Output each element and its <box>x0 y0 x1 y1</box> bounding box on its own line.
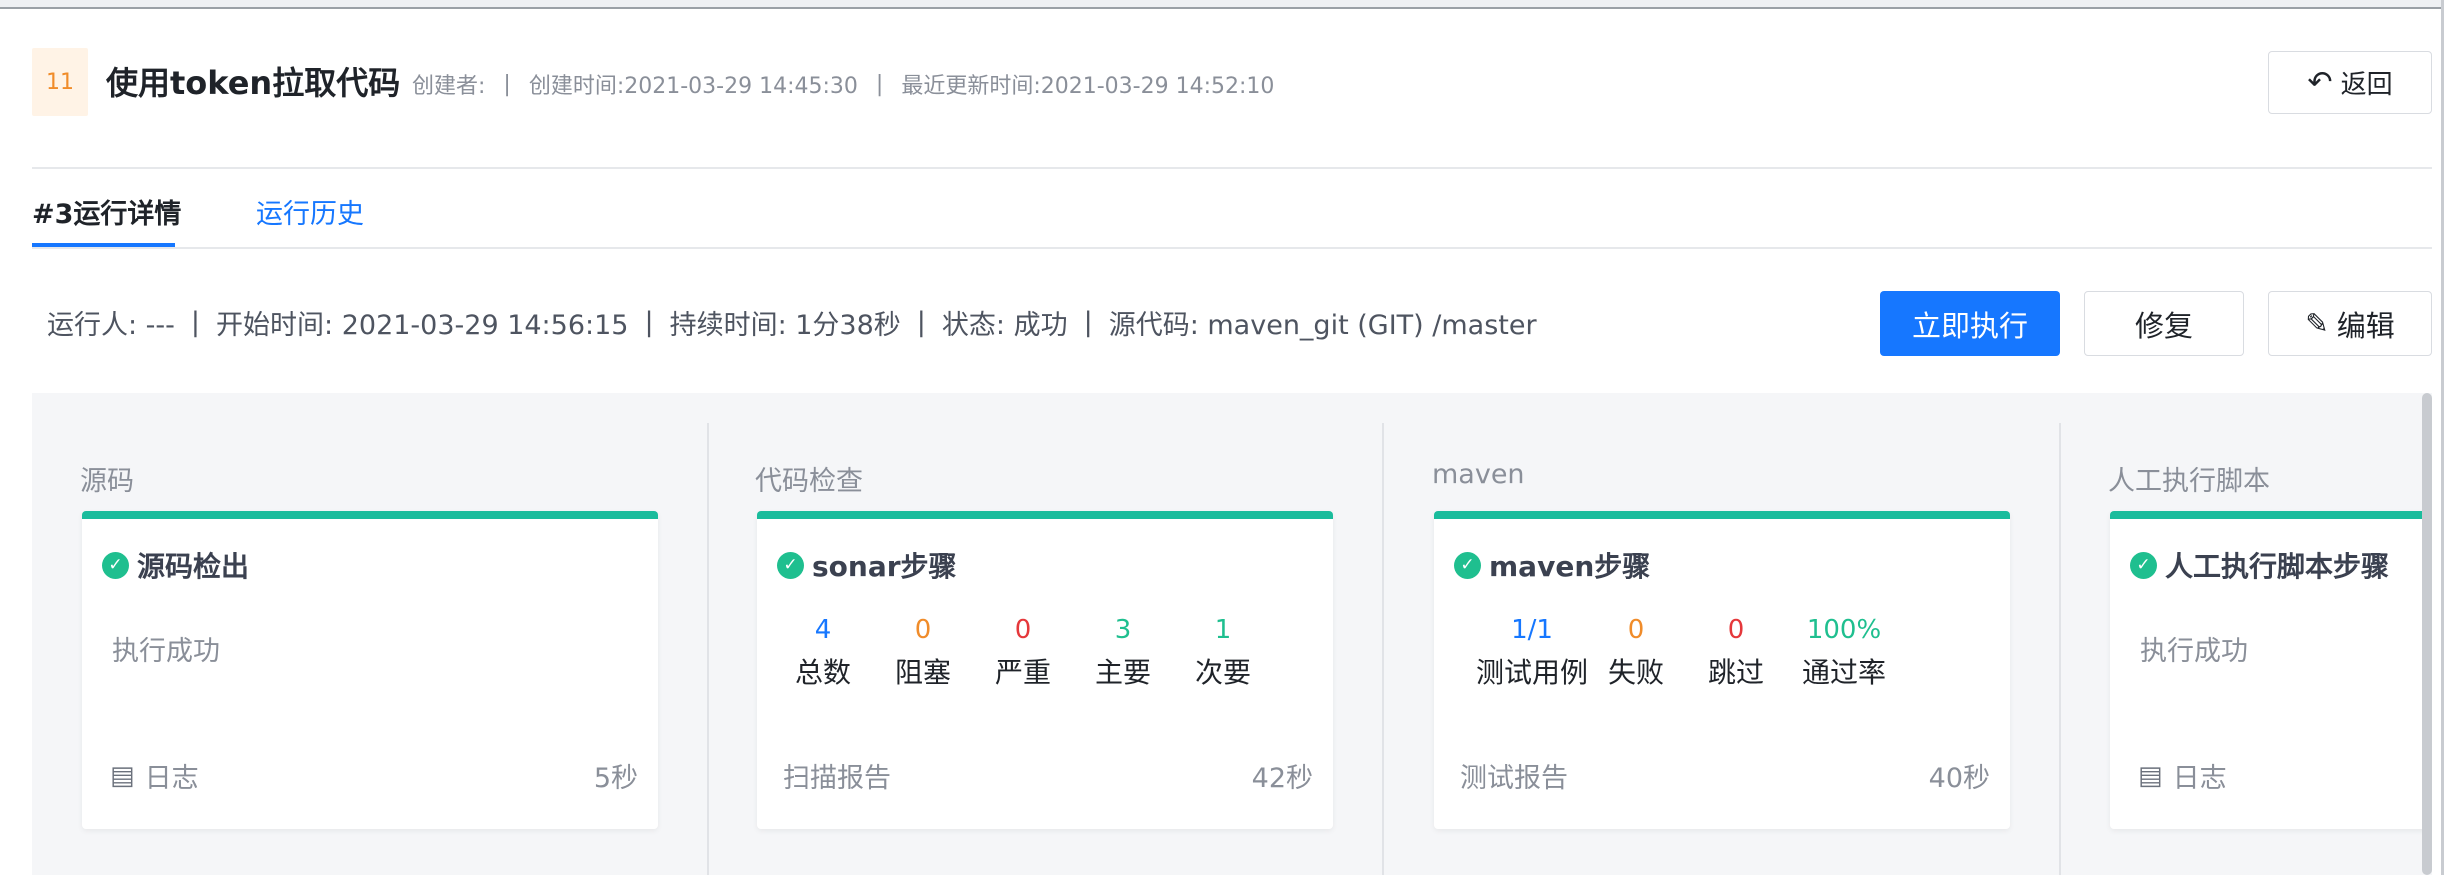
scan-report-label: 扫描报告 <box>783 763 891 794</box>
run-status: 状态: 成功 <box>941 310 1068 341</box>
job-title-text: 源码检出 <box>137 550 250 583</box>
job-card-source-checkout[interactable]: ✓ 源码检出 执行成功 ▤ 日志 5秒 <box>82 511 658 829</box>
stat-total: 4 总数 <box>795 615 852 689</box>
run-now-button[interactable]: 立即执行 <box>1880 291 2060 356</box>
meta-separator: | <box>503 71 511 97</box>
job-title: ✓ 源码检出 <box>102 545 249 585</box>
stage-name: 源码 <box>80 466 134 497</box>
back-button-label: 返回 <box>2340 70 2393 100</box>
stat-critical: 0 严重 <box>995 615 1052 689</box>
stat-major: 3 主要 <box>1095 615 1152 689</box>
window-top-border <box>0 0 2453 9</box>
document-list-icon: ▤ <box>2138 760 2163 791</box>
stage-name: maven <box>1432 459 1525 490</box>
stage-name: 人工执行脚本 <box>2108 466 2270 497</box>
back-button[interactable]: ↶ 返回 <box>2268 51 2432 114</box>
stat-failed: 0 失败 <box>1608 615 1665 689</box>
info-separator: | <box>916 307 926 338</box>
log-label: 日志 <box>2172 763 2227 794</box>
job-card-sonar[interactable]: ✓ sonar步骤 4 总数 0 阻塞 0 严重 3 主要 1 次要 扫描报告 … <box>757 511 1333 829</box>
pipeline-meta: 创建者: | 创建时间:2021-03-29 14:45:30 | 最近更新时间… <box>412 68 1274 100</box>
undo-arrow-icon: ↶ <box>2307 65 2333 100</box>
pipeline-id-badge: 11 <box>32 48 88 116</box>
job-card-maven[interactable]: ✓ maven步骤 1/1 测试用例 0 失败 0 跳过 100% 通过率 测试… <box>1434 511 2010 829</box>
job-title: ✓ 人工执行脚本步骤 <box>2130 545 2389 585</box>
stage-separator <box>1382 423 1384 875</box>
job-card-manual-script[interactable]: ✓ 人工执行脚本步骤 执行成功 ▤ 日志 <box>2110 511 2432 829</box>
duration: 持续时间: 1分38秒 <box>669 310 901 341</box>
pencil-icon: ✎ <box>2305 307 2329 340</box>
runner: 运行人: --- <box>47 310 175 341</box>
test-report-label: 测试报告 <box>1460 763 1568 794</box>
stat-minor: 1 次要 <box>1195 615 1252 689</box>
stage-separator <box>2059 423 2061 875</box>
job-title-text: 人工执行脚本步骤 <box>2165 550 2390 583</box>
stage-name: 代码检查 <box>755 466 863 497</box>
tab-run-detail[interactable]: #3运行详情 <box>32 192 181 231</box>
job-title: ✓ maven步骤 <box>1454 545 1650 585</box>
run-info: 运行人: --- | 开始时间: 2021-03-29 14:56:15 | 持… <box>47 303 1537 342</box>
edit-button-label: 编辑 <box>2336 308 2395 343</box>
pipeline-header: 11 使用token拉取代码 创建者: | 创建时间:2021-03-29 14… <box>32 48 2432 118</box>
stat-skipped: 0 跳过 <box>1708 615 1765 689</box>
repair-button[interactable]: 修复 <box>2084 291 2244 356</box>
creator-label: 创建者: <box>412 74 486 99</box>
document-list-icon: ▤ <box>110 760 135 791</box>
created-time: 创建时间:2021-03-29 14:45:30 <box>528 74 858 99</box>
info-separator: | <box>644 307 654 338</box>
pipeline-stages[interactable]: 源码 ✓ 源码检出 执行成功 ▤ 日志 5秒 代码检查 ✓ sonar步骤 4 … <box>32 393 2432 875</box>
job-title-text: maven步骤 <box>1489 550 1651 583</box>
sonar-stats: 4 总数 0 阻塞 0 严重 3 主要 1 次要 <box>795 615 1251 691</box>
divider <box>32 167 2432 169</box>
job-duration: 42秒 <box>1251 763 1313 794</box>
window-right-border <box>2441 0 2453 875</box>
job-title-text: sonar步骤 <box>812 550 957 583</box>
log-link[interactable]: ▤ 日志 <box>110 756 199 795</box>
job-status: 执行成功 <box>112 636 220 667</box>
stat-blocker: 0 阻塞 <box>895 615 952 689</box>
check-circle-icon: ✓ <box>777 551 804 579</box>
meta-separator: | <box>875 71 884 97</box>
source-code: 源代码: maven_git (GIT) /master <box>1108 310 1537 341</box>
info-separator: | <box>190 307 201 338</box>
edit-button[interactable]: ✎ 编辑 <box>2268 291 2432 356</box>
divider <box>32 247 2432 249</box>
job-duration: 40秒 <box>1928 763 1990 794</box>
info-separator: | <box>1083 307 1093 338</box>
maven-stats: 1/1 测试用例 0 失败 0 跳过 100% 通过率 <box>1476 615 1886 691</box>
log-link[interactable]: ▤ 日志 <box>2138 756 2227 795</box>
vertical-scrollbar[interactable] <box>2422 393 2432 875</box>
page-title: 使用token拉取代码 <box>106 64 401 102</box>
scan-report-link[interactable]: 扫描报告 <box>783 756 891 795</box>
test-report-link[interactable]: 测试报告 <box>1460 756 1568 795</box>
check-circle-icon: ✓ <box>1454 551 1481 579</box>
check-circle-icon: ✓ <box>102 551 129 579</box>
stat-pass-rate: 100% 通过率 <box>1802 615 1887 689</box>
tab-run-history[interactable]: 运行历史 <box>256 192 364 231</box>
check-circle-icon: ✓ <box>2130 551 2157 579</box>
start-time: 开始时间: 2021-03-29 14:56:15 <box>216 310 629 341</box>
job-title: ✓ sonar步骤 <box>777 545 957 585</box>
stage-separator <box>707 423 709 875</box>
job-duration: 5秒 <box>593 763 638 794</box>
job-status: 执行成功 <box>2140 636 2248 667</box>
log-label: 日志 <box>144 763 199 794</box>
stat-test-cases: 1/1 测试用例 <box>1476 615 1589 689</box>
updated-time: 最近更新时间:2021-03-29 14:52:10 <box>901 74 1275 99</box>
